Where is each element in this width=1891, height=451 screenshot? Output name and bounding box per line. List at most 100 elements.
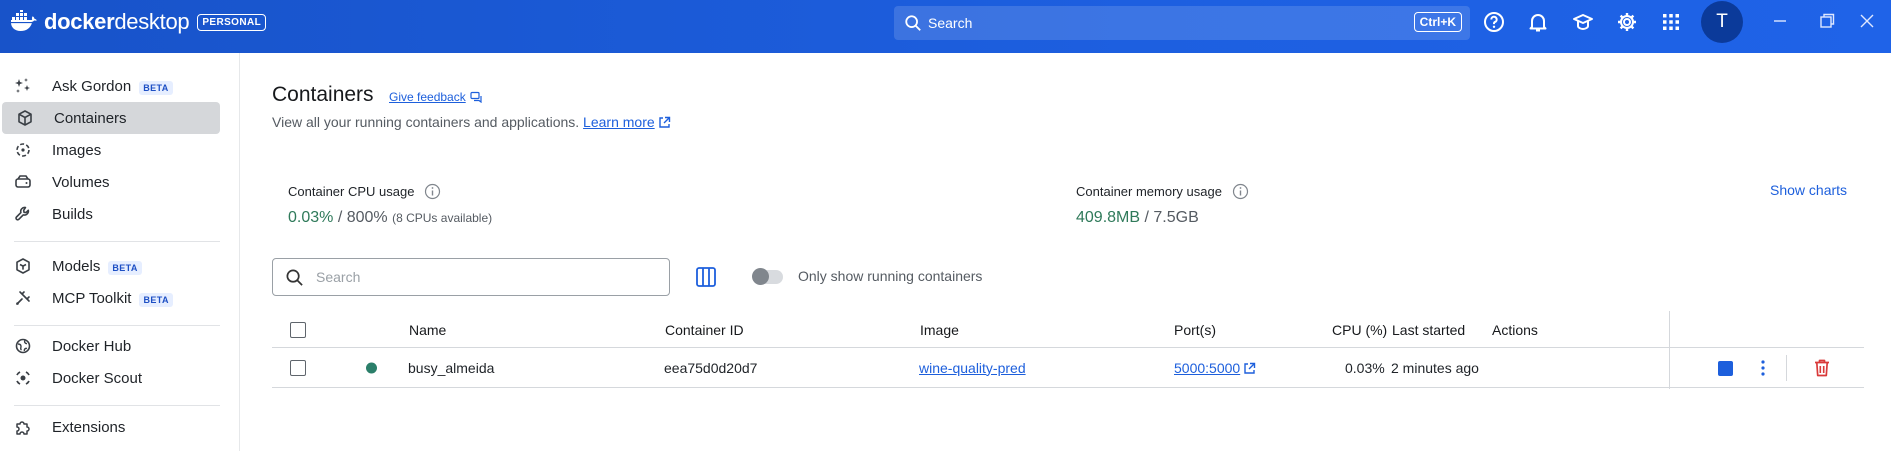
sidebar-item-containers[interactable]: Containers: [2, 102, 220, 134]
models-cube-icon: [16, 258, 30, 274]
cpu-separator: /: [333, 209, 347, 226]
sidebar-item-images[interactable]: Images: [0, 134, 220, 166]
column-header-ports[interactable]: Port(s): [1174, 322, 1216, 338]
status-running-dot: [366, 362, 377, 373]
sidebar-item-ask-gordon[interactable]: Ask Gordon BETA: [0, 70, 220, 102]
sidebar-item-docker-scout[interactable]: Docker Scout: [0, 362, 220, 394]
memory-separator: /: [1140, 209, 1154, 226]
more-actions-icon[interactable]: [1760, 359, 1766, 377]
sidebar-item-docker-hub[interactable]: Docker Hub: [0, 330, 220, 362]
sidebar-item-label: Containers: [54, 109, 127, 127]
mcp-toolkit-icon: [16, 291, 30, 305]
external-link-icon: [658, 116, 670, 128]
row-select-checkbox[interactable]: [290, 359, 306, 376]
sidebar-item-label: Extensions: [52, 418, 126, 436]
sidebar-item-mcp-toolkit[interactable]: MCP Toolkit BETA: [0, 282, 220, 314]
column-header-actions: Actions: [1492, 321, 1538, 338]
sidebar-item-label: Builds: [52, 205, 93, 223]
beta-badge: BETA: [108, 260, 142, 275]
sidebar-divider: [14, 325, 220, 326]
table-header: Name Container ID Image Port(s) CPU (%) …: [272, 312, 1864, 348]
sidebar-item-label: Docker Hub: [52, 337, 132, 355]
search-shortcut-badge: Ctrl+K: [1413, 12, 1462, 32]
gordon-sparkle-icon: [15, 78, 30, 93]
global-search-bar[interactable]: Search Ctrl+K: [894, 6, 1470, 40]
column-header-container-id[interactable]: Container ID: [665, 322, 744, 338]
sidebar-divider: [14, 241, 220, 242]
images-icon: [16, 143, 30, 157]
builds-wrench-icon: [15, 206, 30, 221]
show-charts-link[interactable]: Show charts: [1770, 182, 1847, 198]
cpu-usage-label-text: Container CPU usage: [288, 184, 415, 199]
learn-more-link[interactable]: Learn more: [583, 114, 655, 130]
memory-usage-label-text: Container memory usage: [1076, 184, 1222, 199]
sidebar-item-label: Docker Scout: [52, 369, 143, 387]
help-icon[interactable]: [1483, 11, 1505, 33]
cpu-usage-label: Container CPU usage: [288, 183, 441, 200]
sidebar-item-models[interactable]: Models BETA: [0, 250, 220, 282]
info-icon[interactable]: [424, 183, 441, 200]
page-title: Containers: [272, 83, 374, 106]
stop-container-button[interactable]: [1718, 361, 1733, 376]
select-all-checkbox[interactable]: [290, 321, 306, 338]
column-header-image[interactable]: Image: [920, 322, 959, 338]
user-avatar[interactable]: T: [1701, 1, 1743, 43]
docker-whale-icon: [11, 10, 37, 31]
feedback-chat-icon: [470, 91, 482, 103]
main-content: Containers Give feedback View all your r…: [241, 53, 1891, 451]
info-icon[interactable]: [1232, 183, 1249, 200]
sidebar-item-label: Models: [52, 257, 101, 275]
cpu-note: (8 CPUs available): [392, 211, 493, 225]
columns-toggle-icon[interactable]: [695, 266, 717, 288]
container-search-field[interactable]: [272, 258, 670, 296]
sidebar-item-volumes[interactable]: Volumes: [0, 166, 220, 198]
table-row[interactable]: busy_almeida eea75d0d20d7 wine-quality-p…: [272, 348, 1864, 388]
search-input[interactable]: [316, 269, 636, 285]
give-feedback-link[interactable]: Give feedback: [389, 90, 482, 104]
port-link[interactable]: 5000:5000: [1174, 360, 1240, 376]
beta-badge: BETA: [139, 80, 173, 95]
container-id: eea75d0d20d7: [664, 359, 758, 376]
container-name[interactable]: busy_almeida: [408, 360, 494, 376]
notifications-bell-icon[interactable]: [1527, 11, 1549, 33]
last-started: 2 minutes ago: [1391, 359, 1479, 376]
sidebar: Ask Gordon BETA Containers Images Volumes…: [0, 53, 240, 451]
settings-gear-icon[interactable]: [1616, 11, 1638, 33]
volumes-drive-icon: [15, 175, 31, 188]
search-icon: [905, 15, 921, 31]
docker-desktop-logo: dockerdesktop PERSONAL: [8, 8, 267, 36]
give-feedback-label: Give feedback: [389, 90, 466, 104]
running-only-toggle[interactable]: [752, 268, 783, 285]
delete-trash-icon[interactable]: [1813, 358, 1831, 378]
sidebar-item-label: Ask Gordon: [52, 77, 132, 95]
restore-window-icon[interactable]: [1817, 11, 1837, 31]
beta-badge: BETA: [139, 292, 173, 307]
extensions-puzzle-icon: [16, 421, 30, 435]
cpu-usage-value: 0.03% / 800% (8 CPUs available): [288, 209, 492, 227]
search-label: Search: [928, 15, 973, 31]
apps-grid-icon[interactable]: [1660, 11, 1682, 33]
external-link-icon: [1244, 362, 1256, 374]
image-link[interactable]: wine-quality-pred: [919, 360, 1026, 376]
column-header-cpu[interactable]: CPU (%): [1332, 322, 1387, 338]
close-window-icon[interactable]: [1857, 11, 1877, 31]
sidebar-item-builds[interactable]: Builds: [0, 198, 220, 230]
ports-cell: 5000:5000: [1174, 360, 1256, 376]
sidebar-divider: [14, 405, 220, 406]
search-icon: [286, 269, 303, 286]
memory-used: 409.8MB: [1076, 209, 1141, 226]
learning-center-icon[interactable]: [1572, 11, 1594, 33]
brand-name: dockerdesktop: [44, 9, 190, 34]
column-header-name[interactable]: Name: [409, 322, 446, 338]
page-subtitle: View all your running containers and app…: [272, 114, 671, 130]
sidebar-item-label: Volumes: [52, 173, 110, 191]
cpu-total: 800%: [346, 209, 388, 226]
sidebar-item-extensions[interactable]: Extensions: [0, 411, 220, 443]
cpu-percent: 0.03%: [1345, 359, 1385, 376]
running-only-label: Only show running containers: [798, 268, 983, 284]
column-header-last-started[interactable]: Last started: [1392, 322, 1465, 338]
minimize-window-icon[interactable]: [1770, 11, 1790, 31]
plan-badge: PERSONAL: [197, 13, 267, 31]
scout-target-icon: [16, 371, 30, 385]
sidebar-item-label: MCP Toolkit: [52, 289, 132, 307]
